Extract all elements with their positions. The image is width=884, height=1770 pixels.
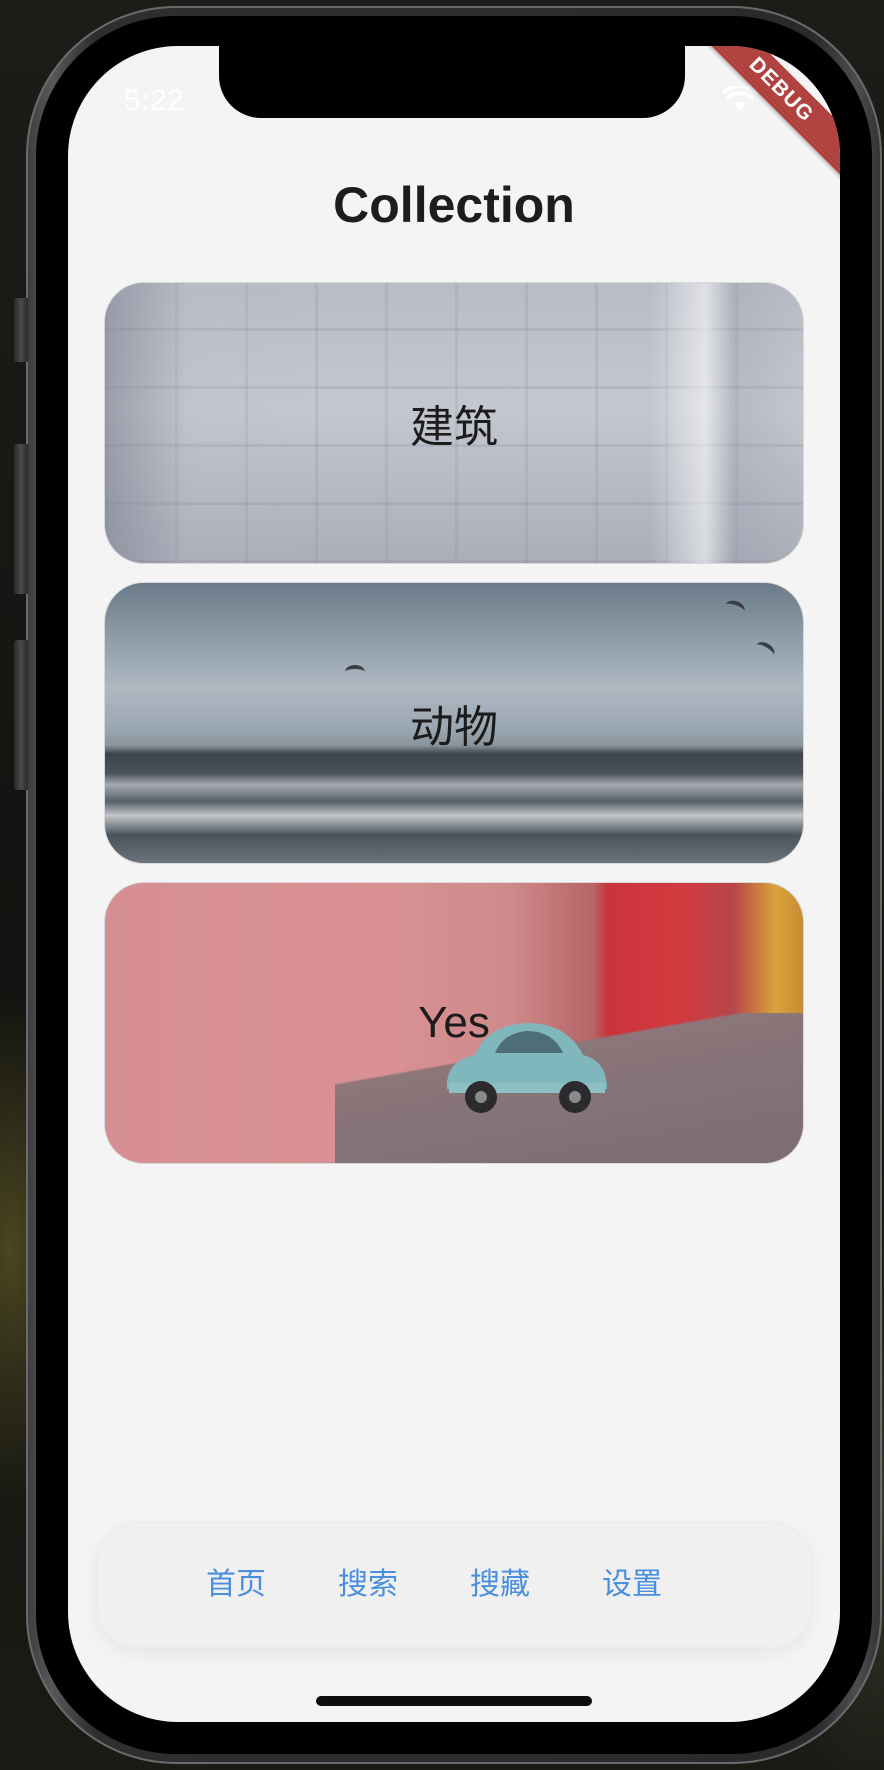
- tab-search[interactable]: 搜索: [313, 1522, 423, 1648]
- tab-settings[interactable]: 设置: [577, 1522, 687, 1648]
- silent-switch: [14, 298, 28, 362]
- collection-card-yes[interactable]: Yes: [104, 882, 804, 1164]
- wifi-icon: [723, 86, 757, 111]
- app-screen: 5:22 DEBUG Collection 建筑 动物 Yes 首页 搜索 搜藏…: [68, 46, 840, 1722]
- collection-card-architecture[interactable]: 建筑: [104, 282, 804, 564]
- camera-notch: [219, 46, 685, 118]
- card-label: 建筑: [410, 402, 498, 453]
- volume-up-button: [14, 444, 28, 594]
- status-time: 5:22: [124, 84, 185, 117]
- collection-card-animals[interactable]: 动物: [104, 582, 804, 864]
- bottom-tab-bar: 首页 搜索 搜藏 设置: [96, 1522, 812, 1648]
- card-label: 动物: [410, 702, 498, 753]
- page-title: Collection: [333, 177, 575, 233]
- card-label: Yes: [418, 998, 490, 1047]
- volume-down-button: [14, 640, 28, 790]
- home-indicator[interactable]: [316, 1696, 592, 1706]
- tab-favorites[interactable]: 搜藏: [445, 1522, 555, 1648]
- tab-home[interactable]: 首页: [181, 1522, 291, 1648]
